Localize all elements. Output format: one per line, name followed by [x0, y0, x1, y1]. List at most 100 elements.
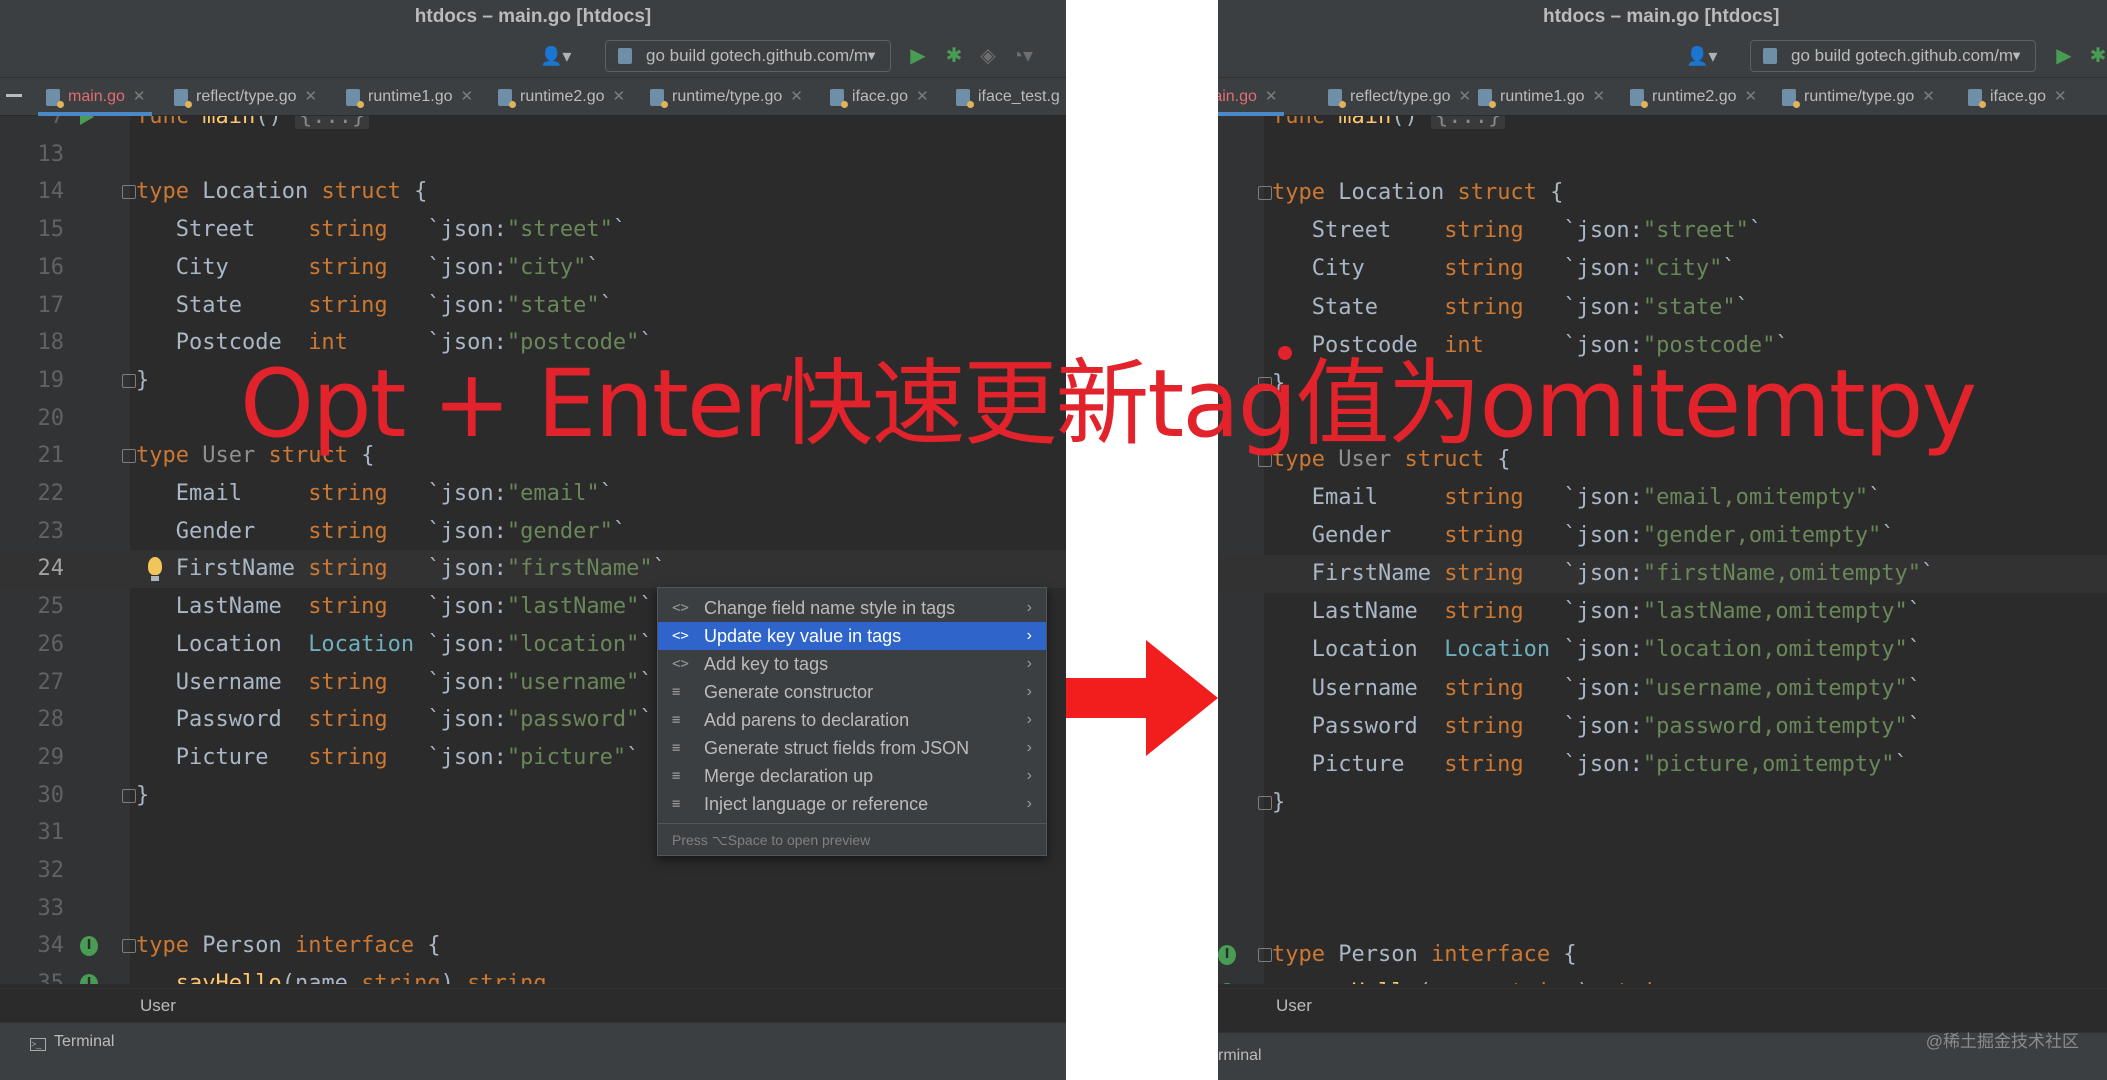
fold-icon[interactable]: [122, 373, 136, 388]
code-line[interactable]: Picture string `json:"picture,omitempty"…: [1218, 746, 2107, 784]
popup-item[interactable]: ≡ Merge declaration up ›: [658, 762, 1046, 790]
close-icon[interactable]: ✕: [1265, 88, 1278, 105]
popup-item[interactable]: ≡ Inject language or reference ›: [658, 790, 1046, 818]
folded-region[interactable]: {...}: [1430, 116, 1506, 129]
code-line[interactable]: 23 Gender string `json:"gender"`: [0, 513, 1066, 551]
code-line[interactable]: type Location struct {: [1218, 174, 2107, 212]
code-line[interactable]: [1218, 898, 2107, 936]
code-line[interactable]: func main() {...}: [1218, 116, 2107, 136]
popup-item[interactable]: ≡ Add parens to declaration ›: [658, 706, 1046, 734]
tab-runtime1-go[interactable]: runtime1.go ✕: [346, 78, 473, 116]
code-line[interactable]: 34 type Person interface {I: [0, 927, 1066, 965]
popup-item[interactable]: ≡ Generate constructor ›: [658, 678, 1046, 706]
close-icon[interactable]: ✕: [1593, 88, 1606, 105]
tab-runtime2-go[interactable]: runtime2.go ✕: [498, 78, 625, 116]
fold-icon[interactable]: [1258, 795, 1272, 810]
code-line[interactable]: 35 sayHello(name string) string I: [0, 965, 1066, 984]
popup-item[interactable]: <> Change field name style in tags ›: [658, 594, 1046, 622]
popup-item[interactable]: <> Update key value in tags ›: [658, 622, 1046, 650]
close-icon[interactable]: ✕: [613, 88, 626, 105]
close-icon[interactable]: ✕: [1922, 88, 1935, 105]
close-icon[interactable]: ✕: [461, 88, 474, 105]
code-line[interactable]: Gender string `json:"gender,omitempty"`: [1218, 517, 2107, 555]
implementation-icon[interactable]: I: [1218, 945, 1236, 966]
tab-reflect-type-go[interactable]: reflect/type.go ✕: [1328, 78, 1471, 116]
tab-iface-go[interactable]: iface.go ✕: [830, 78, 929, 116]
code-line[interactable]: }: [1218, 784, 2107, 822]
fold-icon[interactable]: [122, 185, 136, 200]
code-line[interactable]: 7 func main() {...}: [0, 116, 1066, 136]
implementation-icon[interactable]: I: [1218, 983, 1236, 984]
implementation-icon[interactable]: I: [80, 974, 98, 984]
code-line[interactable]: 15 Street string `json:"street"`: [0, 211, 1066, 249]
code-line[interactable]: Street string `json:"street"`: [1218, 212, 2107, 250]
code-line[interactable]: 16 City string `json:"city"`: [0, 249, 1066, 287]
run-config-select[interactable]: go build gotech.github.com/m ▼: [605, 40, 891, 72]
code-line[interactable]: 13: [0, 136, 1066, 174]
code-line[interactable]: State string `json:"state"`: [1218, 289, 2107, 327]
code-line[interactable]: 22 Email string `json:"email"`: [0, 475, 1066, 513]
lightbulb-icon[interactable]: [148, 557, 162, 582]
profile-icon[interactable]: ◔▾: [1010, 44, 1034, 68]
tab-reflect-type-go[interactable]: reflect/type.go ✕: [174, 78, 317, 116]
popup-item[interactable]: <> Add key to tags ›: [658, 650, 1046, 678]
terminal-tab[interactable]: >_ Terminal: [30, 1033, 114, 1051]
code-line[interactable]: [1218, 822, 2107, 860]
folded-region[interactable]: {...}: [294, 116, 370, 129]
debug-icon[interactable]: ✱: [942, 44, 966, 68]
fold-icon[interactable]: [122, 939, 136, 954]
popup-item[interactable]: ≡ Generate struct fields from JSON ›: [658, 734, 1046, 762]
close-icon[interactable]: ✕: [305, 88, 318, 105]
run-icon[interactable]: ▶: [906, 44, 930, 68]
close-icon[interactable]: ✕: [1459, 88, 1472, 105]
user-icon[interactable]: 👤▾: [540, 46, 571, 67]
tab-main-go[interactable]: main.go ✕: [38, 78, 151, 116]
code-line[interactable]: [1218, 136, 2107, 174]
code-line[interactable]: sayHello(name string) string I: [1218, 974, 2107, 984]
code-line[interactable]: 33: [0, 890, 1066, 928]
close-icon[interactable]: ✕: [133, 88, 146, 105]
run-config-select[interactable]: go build gotech.github.com/m ▼: [1750, 40, 2036, 72]
close-icon[interactable]: ✕: [916, 88, 929, 105]
breadcrumb[interactable]: User: [0, 988, 1066, 1022]
code-line[interactable]: Location Location `json:"location,omitem…: [1218, 631, 2107, 669]
tab-iface-test-g[interactable]: iface_test.g: [956, 78, 1060, 116]
coverage-icon[interactable]: ◈: [976, 44, 1000, 68]
code-line[interactable]: Email string `json:"email,omitempty"`: [1218, 479, 2107, 517]
close-icon[interactable]: ✕: [1745, 88, 1758, 105]
code-line[interactable]: 14 type Location struct {: [0, 173, 1066, 211]
tab-runtime1-go[interactable]: runtime1.go ✕: [1478, 78, 1605, 116]
run-icon[interactable]: ▶: [2052, 44, 2076, 68]
tab-runtime2-go[interactable]: runtime2.go ✕: [1630, 78, 1757, 116]
fold-icon[interactable]: [122, 788, 136, 803]
breadcrumb[interactable]: User: [1218, 988, 2107, 1022]
breadcrumb-item[interactable]: User: [140, 996, 176, 1015]
debug-icon[interactable]: ✱: [2086, 44, 2107, 68]
implementation-icon[interactable]: I: [80, 936, 98, 957]
user-icon[interactable]: 👤▾: [1686, 46, 1717, 67]
terminal-tab[interactable]: rminal: [1218, 1047, 1262, 1065]
code-line[interactable]: type Person interface {I: [1218, 936, 2107, 974]
fold-icon[interactable]: [122, 449, 136, 464]
code-line[interactable]: City string `json:"city"`: [1218, 250, 2107, 288]
code-line[interactable]: 17 State string `json:"state"`: [0, 287, 1066, 325]
tab-runtime-type-go[interactable]: runtime/type.go ✕: [1782, 78, 1935, 116]
fold-icon[interactable]: [1258, 186, 1272, 201]
tab-main-go[interactable]: main.go ✕: [1218, 78, 1283, 116]
tab-iface-go[interactable]: iface.go ✕: [1968, 78, 2067, 116]
run-gutter-icon[interactable]: [80, 116, 94, 125]
code-line[interactable]: FirstName string `json:"firstName,omitem…: [1218, 555, 2107, 594]
code-line[interactable]: 32: [0, 852, 1066, 890]
code-line[interactable]: Password string `json:"password,omitempt…: [1218, 708, 2107, 746]
fold-icon[interactable]: [1258, 948, 1272, 963]
tab-list-icon[interactable]: [6, 94, 22, 97]
code-line[interactable]: LastName string `json:"lastName,omitempt…: [1218, 593, 2107, 631]
code-line[interactable]: 24 FirstName string `json:"firstName"`: [0, 550, 1066, 589]
code-line[interactable]: Username string `json:"username,omitempt…: [1218, 670, 2107, 708]
close-icon[interactable]: ✕: [2054, 88, 2067, 105]
tab-runtime-type-go[interactable]: runtime/type.go ✕: [650, 78, 803, 116]
code-line[interactable]: [1218, 860, 2107, 898]
code-editor[interactable]: func main() {...} type Location struct { …: [1218, 116, 2107, 984]
close-icon[interactable]: ✕: [790, 88, 803, 105]
breadcrumb-item[interactable]: User: [1276, 996, 1312, 1015]
